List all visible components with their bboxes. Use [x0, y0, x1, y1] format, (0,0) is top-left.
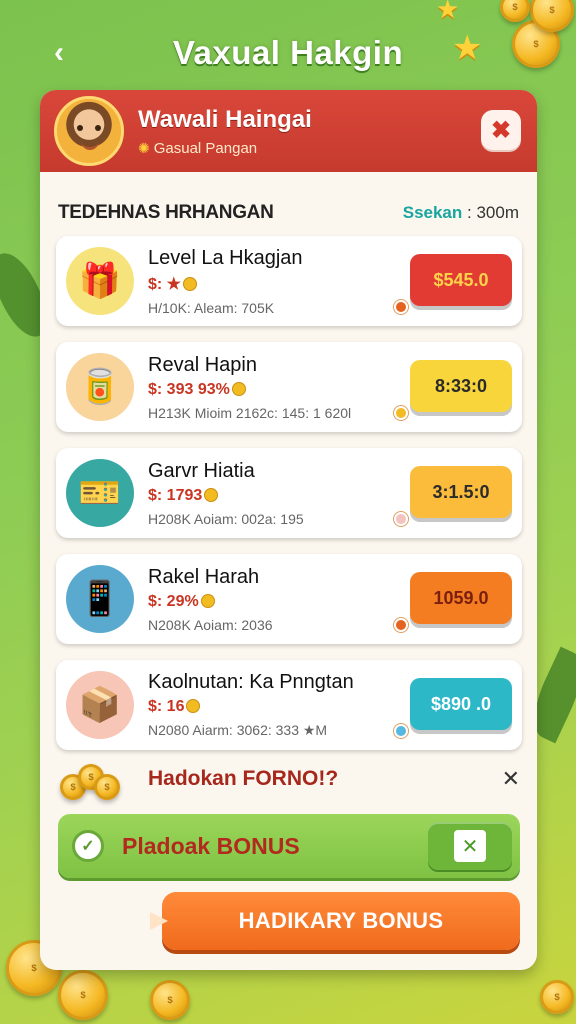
badge-icon	[394, 406, 408, 420]
coin-pile-icon	[60, 756, 124, 802]
buy-button[interactable]: 1059.0	[410, 572, 512, 624]
dismiss-bonus-button[interactable]: ✕	[502, 766, 520, 792]
item-price: $: 16	[148, 698, 398, 716]
list-item[interactable]: 🎁 Level La Hkagjan $: ★ H/10K: Aleam: 70…	[56, 236, 522, 326]
buy-button[interactable]: $545.0	[410, 254, 512, 306]
close-icon: ✖	[490, 116, 512, 144]
bonus-toggle[interactable]: ✕	[428, 822, 512, 870]
list-item[interactable]: 🎫 Garvr Hiatia $: 1793 H208K Aoiam: 002a…	[56, 448, 522, 538]
panel-title: Wawali Haingai	[138, 105, 312, 133]
coin-icon	[204, 487, 219, 502]
shop-panel: Wawali Haingai ✺ Gasual Pangan ✖ TEDEHNAS…	[40, 90, 537, 970]
item-list: 🎁 Level La Hkagjan $: ★ H/10K: Aleam: 70…	[56, 236, 522, 766]
bonus-question: Hadokan FORNO!?	[148, 767, 339, 790]
checkbox-icon: ✕	[454, 830, 486, 862]
item-stats: N208K Aoiam: 2036	[148, 616, 273, 633]
panel-subtitle: Gasual Pangan	[153, 139, 258, 157]
panel-header: Wawali Haingai ✺ Gasual Pangan ✖	[40, 90, 537, 172]
list-item[interactable]: 🥫 Reval Hapin $: 393 93% H213K Mioim 216…	[56, 342, 522, 432]
list-item[interactable]: 📦 Kaolnutan: Ka Pnngtan $: 16 N2080 Aiar…	[56, 660, 522, 750]
item-info: Kaolnutan: Ka Pnngtan $: 16 N2080 Aiarm:…	[148, 671, 398, 739]
item-info: Reval Hapin $: 393 93% H213K Mioim 2162c…	[148, 354, 398, 421]
item-price: $: ★	[148, 274, 398, 294]
gold-coin-icon	[530, 0, 574, 32]
section-header: TEDEHNAS HRHANGAN Ssekan : 300m	[40, 172, 537, 230]
item-stats: H213K Mioim 2162c: 145: 1 620l	[148, 404, 352, 421]
bonus-bar-label: Pladoak BONUS	[122, 832, 300, 859]
item-stats: N2080 Aiarm: 3062: 333 ★M	[148, 722, 328, 738]
item-stats: H/10K: Aleam: 705K	[148, 299, 275, 316]
list-item[interactable]: 📱 Rakel Harah $: 29% N208K Aoiam: 2036 1…	[56, 554, 522, 644]
coin-icon	[183, 276, 198, 291]
claim-bonus-button[interactable]: HADIKARY BONUS	[150, 892, 520, 950]
badge-icon	[394, 724, 408, 738]
panel-subtitle-row: ✺ Gasual Pangan	[138, 140, 312, 157]
badge-icon	[394, 512, 408, 526]
gift-box-icon: 🎁	[66, 247, 134, 315]
badge-icon	[394, 618, 408, 632]
ticket-icon: 🎫	[66, 459, 134, 527]
panel-header-text: Wawali Haingai ✺ Gasual Pangan	[138, 106, 312, 157]
item-price: $: 393 93%	[148, 381, 398, 399]
item-info: Garvr Hiatia $: 1793 H208K Aoiam: 002a: …	[148, 460, 398, 527]
item-name: Kaolnutan: Ka Pnngtan	[148, 671, 354, 693]
page-title: Vaxual Hakgin	[172, 34, 404, 71]
section-meta: Ssekan : 300m	[403, 203, 519, 223]
item-name: Reval Hapin	[148, 353, 257, 376]
coin-small-icon: ✺	[138, 139, 150, 156]
section-title: TEDEHNAS HRHANGAN	[58, 202, 274, 223]
close-button[interactable]: ✖	[481, 110, 521, 150]
gold-coin-icon	[500, 0, 530, 22]
gold-coin-icon	[58, 970, 108, 1020]
item-price-value: $: 1793	[148, 486, 203, 504]
item-stats: H208K Aoiam: 002a: 195	[148, 510, 304, 527]
avatar	[54, 96, 124, 166]
section-meta-value: : 300m	[467, 203, 519, 222]
item-price-value: $: 393 93%	[148, 380, 230, 398]
item-name: Level La Hkagjan	[148, 246, 303, 269]
item-name: Garvr Hiatia	[148, 459, 255, 482]
item-info: Rakel Harah $: 29% N208K Aoiam: 2036	[148, 566, 398, 633]
coin-icon	[231, 381, 246, 396]
buy-button[interactable]: 8:33:0	[410, 360, 512, 412]
cylinder-icon: 🥫	[66, 353, 134, 421]
bonus-question-row: Hadokan FORNO!? ✕	[60, 754, 520, 804]
gold-coin-icon	[150, 980, 190, 1020]
section-meta-key: Ssekan	[402, 203, 463, 222]
item-price: $: 29%	[148, 593, 398, 611]
coin-icon	[186, 699, 201, 713]
item-price-value: $: 29%	[148, 592, 199, 610]
badge-icon	[394, 300, 408, 314]
buy-button[interactable]: 3:1.5:0	[410, 466, 512, 518]
item-info: Level La Hkagjan $: ★ H/10K: Aleam: 705K	[148, 247, 398, 316]
item-price-value: $: ★	[148, 275, 182, 293]
star-icon: ★	[436, 0, 460, 24]
buy-button[interactable]: $890 .0	[410, 678, 512, 730]
item-name: Rakel Harah	[148, 565, 260, 588]
check-icon: ✓	[72, 830, 104, 862]
cube-icon: 📦	[66, 671, 134, 739]
bonus-option[interactable]: ✓ Pladoak BONUS ✕	[58, 814, 520, 878]
gold-coin-icon	[540, 980, 574, 1014]
item-price: $: 1793	[148, 487, 398, 505]
coin-icon	[200, 593, 215, 608]
item-price-value: $: 16	[148, 698, 185, 715]
phone-icon: 📱	[66, 565, 134, 633]
